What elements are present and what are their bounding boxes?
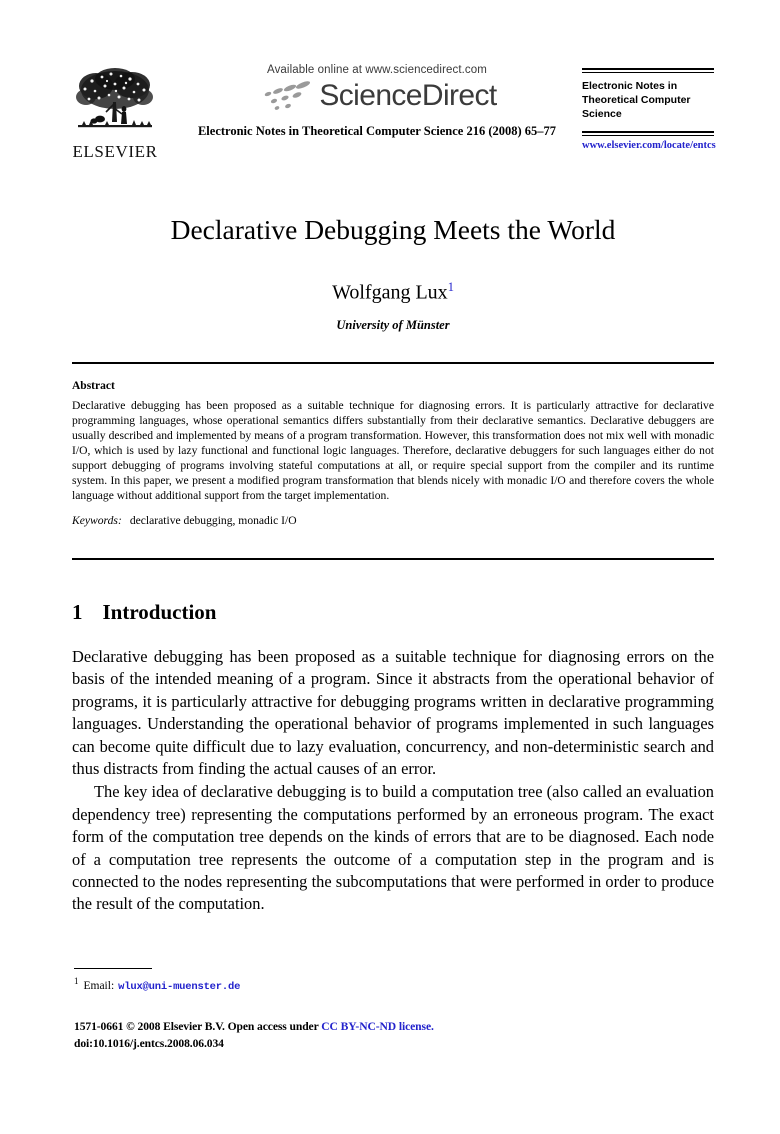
elsevier-wordmark: ELSEVIER <box>72 142 158 161</box>
abstract-text: Declarative debugging has been proposed … <box>72 399 714 503</box>
journal-masthead: Electronic Notes in Theoretical Computer… <box>582 68 716 151</box>
sciencedirect-dots-icon <box>265 81 311 110</box>
keywords-label: Keywords: <box>72 514 122 528</box>
abstract-section: Abstract Declarative debugging has been … <box>72 380 714 527</box>
author-footnote-marker[interactable]: 1 <box>448 280 454 294</box>
page-title: Declarative Debugging Meets the World <box>170 214 616 245</box>
section-heading: 1 Introduction <box>72 600 714 625</box>
copyright-text: 1571-0661 © 2008 Elsevier B.V. Open acce… <box>74 1020 322 1033</box>
available-online-text: Available online at www.sciencedirect.co… <box>267 64 487 76</box>
footnote-marker: 1 <box>74 976 79 986</box>
footnote-separator <box>74 968 152 969</box>
sciencedirect-wordmark: ScienceDirect <box>319 79 497 112</box>
masthead-rule-top <box>582 68 714 73</box>
author-label: Wolfgang Lux <box>332 281 448 304</box>
page-header: ELSEVIER Available online at www.science… <box>72 64 716 182</box>
footnote-email-label: Email: <box>83 979 115 992</box>
sciencedirect-block: Available online at www.sciencedirect.co… <box>182 64 572 139</box>
masthead-rule-bottom <box>582 130 714 136</box>
elsevier-logo: ELSEVIER <box>72 64 158 160</box>
copyright-block: 1571-0661 © 2008 Elsevier B.V. Open acce… <box>74 1019 716 1053</box>
elsevier-tree-icon <box>72 64 158 142</box>
section-body: Declarative debugging has been proposed … <box>72 646 714 916</box>
paper-page: ELSEVIER Available online at www.science… <box>0 0 780 1134</box>
license-link[interactable]: CC BY-NC-ND license. <box>321 1020 434 1033</box>
footnote: 1 Email: wlux@uni-muenster.de <box>74 976 716 993</box>
doi-text: doi:10.1016/j.entcs.2008.06.034 <box>74 1036 224 1050</box>
section-title: Introduction <box>102 600 217 624</box>
footnote-email-link[interactable]: wlux@uni-muenster.de <box>118 981 240 993</box>
copyright-line: 1571-0661 © 2008 Elsevier B.V. Open acce… <box>74 1019 716 1036</box>
keywords-row: Keywords: declarative debugging, monadic … <box>72 514 714 527</box>
journal-url-link[interactable]: www.elsevier.com/locate/entcs <box>582 140 716 151</box>
paragraph: The key idea of declarative debugging is… <box>72 782 714 914</box>
abstract-rule-top <box>72 362 714 364</box>
abstract-heading: Abstract <box>72 380 115 392</box>
author-affiliation: University of Münster <box>336 318 450 332</box>
author-name: Wolfgang Lux1 <box>72 280 714 305</box>
keywords-value: declarative debugging, monadic I/O <box>129 514 297 528</box>
journal-reference: Electronic Notes in Theoretical Computer… <box>197 124 557 138</box>
abstract-rule-bottom <box>72 558 714 560</box>
paragraph: Declarative debugging has been proposed … <box>72 647 714 778</box>
section-number: 1 <box>72 600 83 624</box>
sciencedirect-logo: ScienceDirect <box>182 79 572 113</box>
masthead-title: Electronic Notes in Theoretical Computer… <box>582 80 691 120</box>
